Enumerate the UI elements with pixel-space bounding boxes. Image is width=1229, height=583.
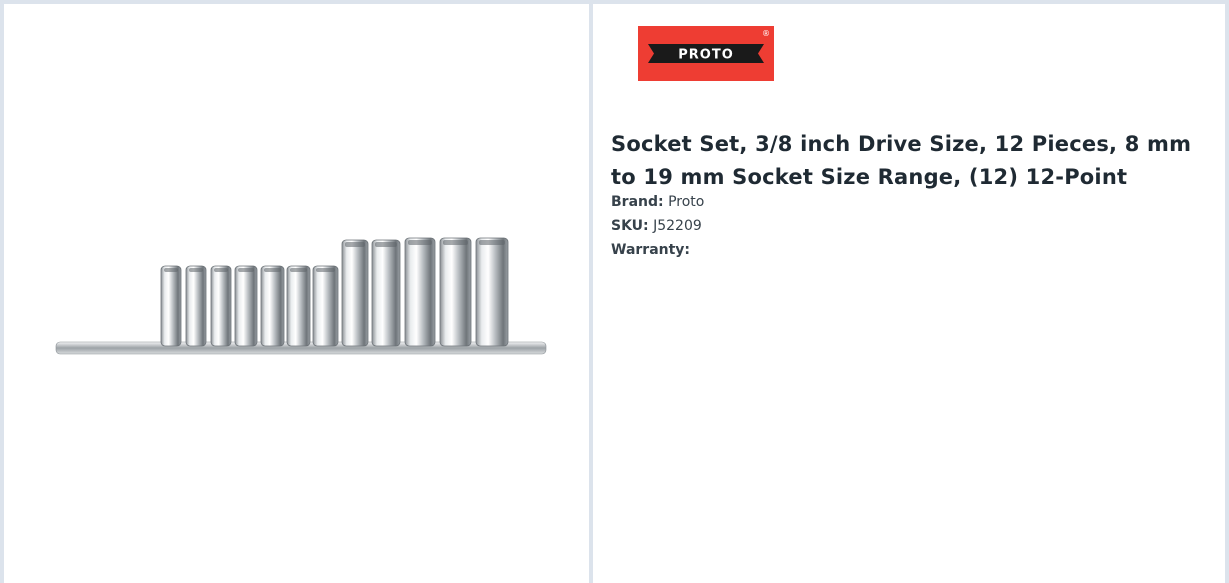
socket (234, 265, 258, 347)
socket (160, 265, 182, 347)
spec-sku: SKU: J52209 (611, 214, 1171, 238)
socket (260, 265, 285, 347)
product-image[interactable] (34, 214, 554, 374)
product-image-panel (4, 4, 589, 583)
product-title: Socket Set, 3/8 inch Drive Size, 12 Piec… (611, 132, 1192, 189)
spec-warranty: Warranty: (611, 238, 1171, 262)
spec-label: SKU: (611, 218, 649, 234)
right-border (1225, 0, 1229, 583)
socket (475, 237, 509, 347)
socket (312, 265, 339, 347)
registered-mark: ® (762, 29, 770, 38)
socket-group (160, 237, 509, 347)
spec-brand: Brand: Proto (611, 190, 1171, 214)
brand-logo-text: PROTO (678, 48, 734, 63)
proto-logo-mark: PROTO (648, 44, 764, 63)
spec-value: J52209 (653, 218, 702, 234)
socket (404, 237, 436, 347)
product-page: PROTO ® Socket Set, 3/8 inch Drive Size,… (0, 0, 1229, 583)
socket (185, 265, 207, 347)
product-info-panel: PROTO ® Socket Set, 3/8 inch Drive Size,… (593, 4, 1225, 583)
socket (371, 239, 401, 347)
brand-logo[interactable]: PROTO ® (638, 26, 774, 81)
socket (341, 239, 369, 347)
spec-label: Brand: (611, 194, 664, 210)
spec-label: Warranty: (611, 242, 691, 258)
socket (210, 265, 232, 347)
socket (286, 265, 311, 347)
spec-value: Proto (668, 194, 705, 210)
product-specs: Brand: Proto SKU: J52209 Warranty: (611, 190, 1171, 262)
socket (439, 237, 472, 347)
